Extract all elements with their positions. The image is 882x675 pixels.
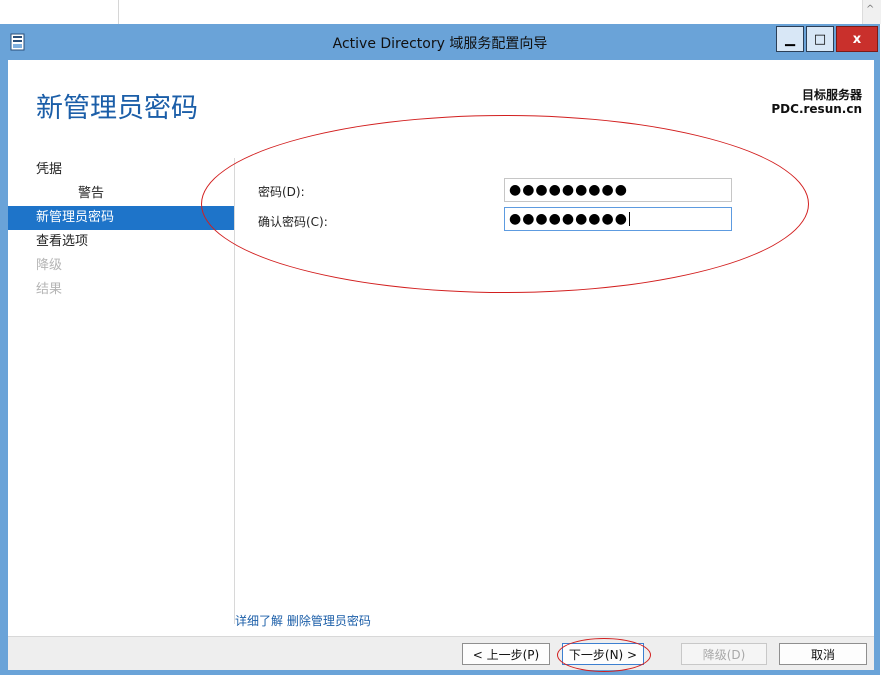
cancel-button[interactable]: 取消: [779, 643, 867, 665]
window-title: Active Directory 域服务配置向导: [332, 36, 548, 52]
confirm-password-value: ●●●●●●●●●: [509, 211, 628, 227]
background-window: [0, 0, 882, 24]
highlight-ellipse: [201, 115, 809, 293]
wizard-footer: < 上一步(P) 下一步(N) > 降级(D) 取消: [8, 636, 874, 672]
background-divider: [118, 0, 119, 24]
nav-item-credentials[interactable]: 凭据: [8, 158, 234, 182]
previous-button[interactable]: < 上一步(P): [462, 643, 550, 665]
password-label: 密码(D):: [258, 185, 305, 199]
minimize-button[interactable]: ▁: [776, 26, 804, 52]
close-button[interactable]: x: [836, 26, 878, 52]
maximize-button[interactable]: □: [806, 26, 834, 52]
scroll-up-icon[interactable]: ^: [866, 4, 874, 15]
confirm-password-label: 确认密码(C):: [258, 215, 328, 229]
nav-item-warning[interactable]: 警告: [8, 182, 234, 206]
close-icon: x: [852, 31, 862, 47]
target-server-label: 目标服务器: [801, 88, 862, 102]
password-value: ●●●●●●●●●: [509, 182, 628, 198]
wizard-content: 新管理员密码 目标服务器 PDC.resun.cn 凭据 警告 新管理员密码 查…: [8, 60, 874, 672]
demote-button: 降级(D): [681, 643, 767, 665]
text-caret: [628, 212, 630, 226]
nav-divider: [234, 158, 235, 624]
minimize-icon: ▁: [785, 31, 795, 47]
nav-item-new-admin-password[interactable]: 新管理员密码: [8, 206, 234, 230]
nav-item-results: 结果: [36, 282, 63, 297]
wizard-window: Active Directory 域服务配置向导 ▁ □ x 新管理员密码 目标…: [0, 24, 880, 675]
nav-item-demote: 降级: [36, 258, 63, 273]
maximize-icon: □: [813, 31, 827, 47]
page-title: 新管理员密码: [36, 93, 198, 124]
target-server-name: PDC.resun.cn: [771, 102, 862, 116]
nav-item-review-options[interactable]: 查看选项: [8, 230, 234, 254]
next-button[interactable]: 下一步(N) >: [562, 643, 644, 665]
confirm-password-field[interactable]: ●●●●●●●●●: [504, 207, 732, 231]
password-field[interactable]: ●●●●●●●●●: [504, 178, 732, 202]
learn-more-link[interactable]: 详细了解 删除管理员密码: [235, 612, 371, 629]
title-bar[interactable]: Active Directory 域服务配置向导 ▁ □ x: [0, 24, 880, 60]
